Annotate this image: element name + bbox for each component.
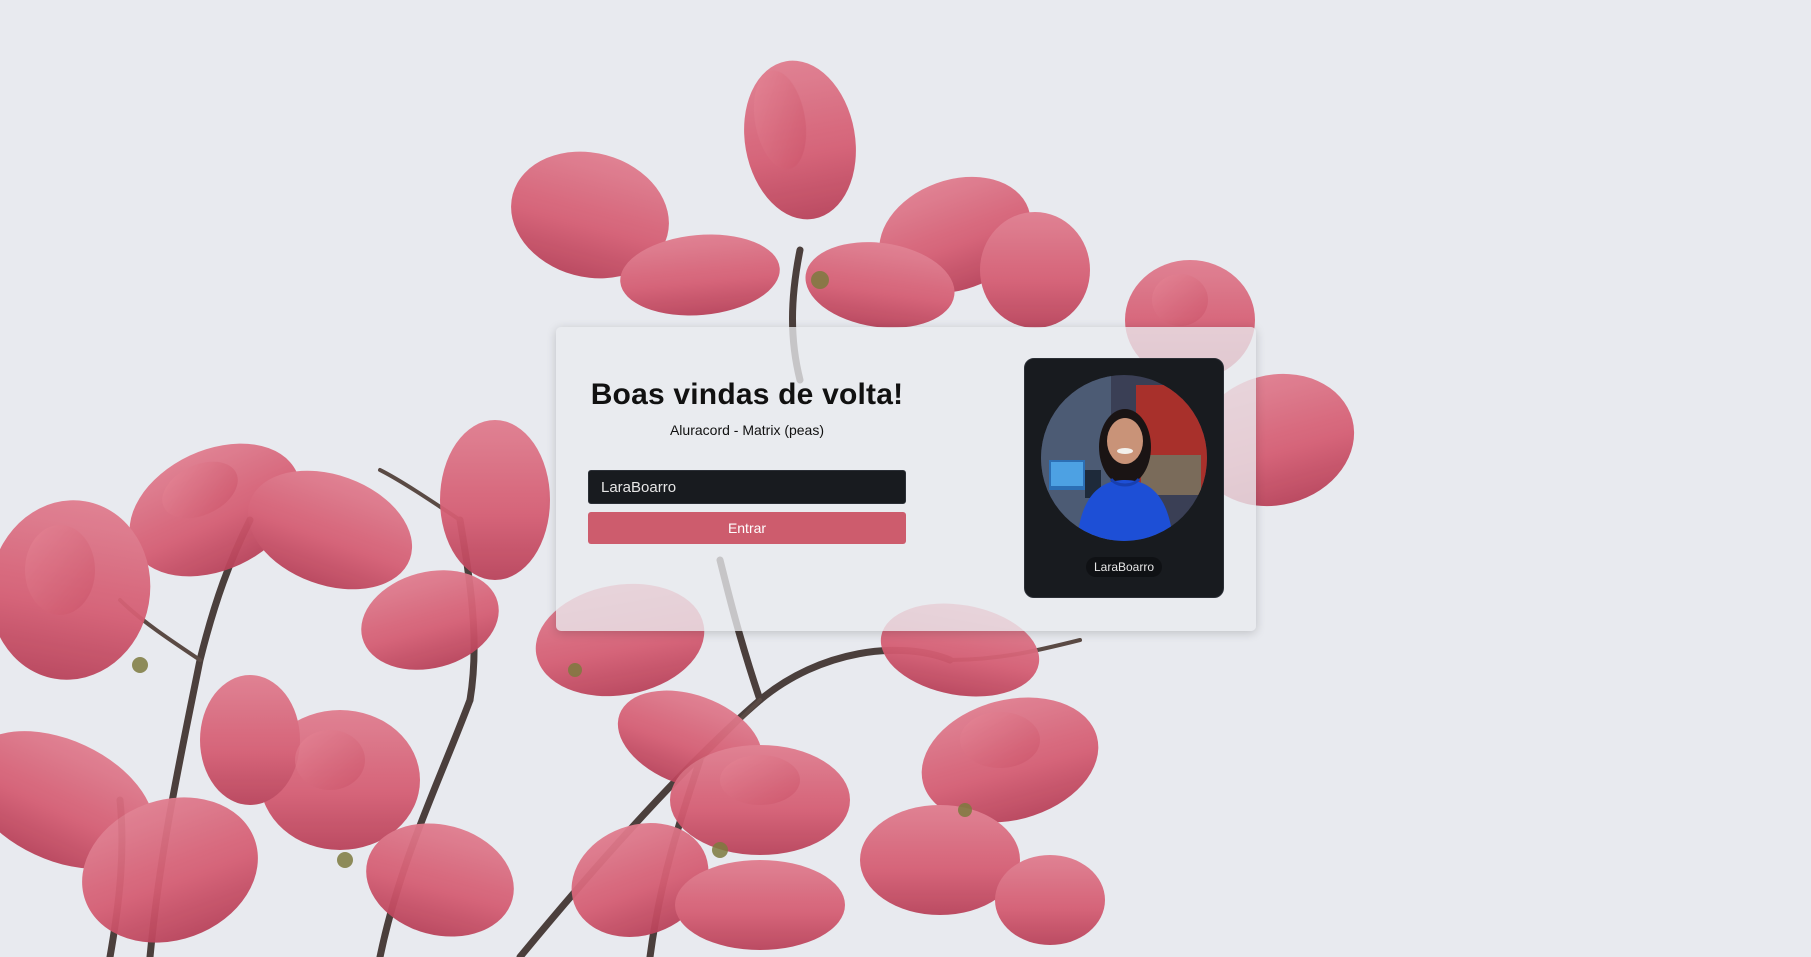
enter-button[interactable]: Entrar <box>588 512 906 544</box>
profile-username: LaraBoarro <box>1085 557 1163 577</box>
avatar <box>1041 375 1207 541</box>
app-subtitle: Aluracord - Matrix (peas) <box>669 422 825 438</box>
login-card: Boas vindas de volta! Aluracord - Matrix… <box>556 327 1256 631</box>
username-input[interactable] <box>588 470 906 504</box>
profile-panel: LaraBoarro <box>1024 358 1224 598</box>
welcome-title: Boas vindas de volta! <box>590 378 904 411</box>
login-form: Boas vindas de volta! Aluracord - Matrix… <box>588 327 906 631</box>
